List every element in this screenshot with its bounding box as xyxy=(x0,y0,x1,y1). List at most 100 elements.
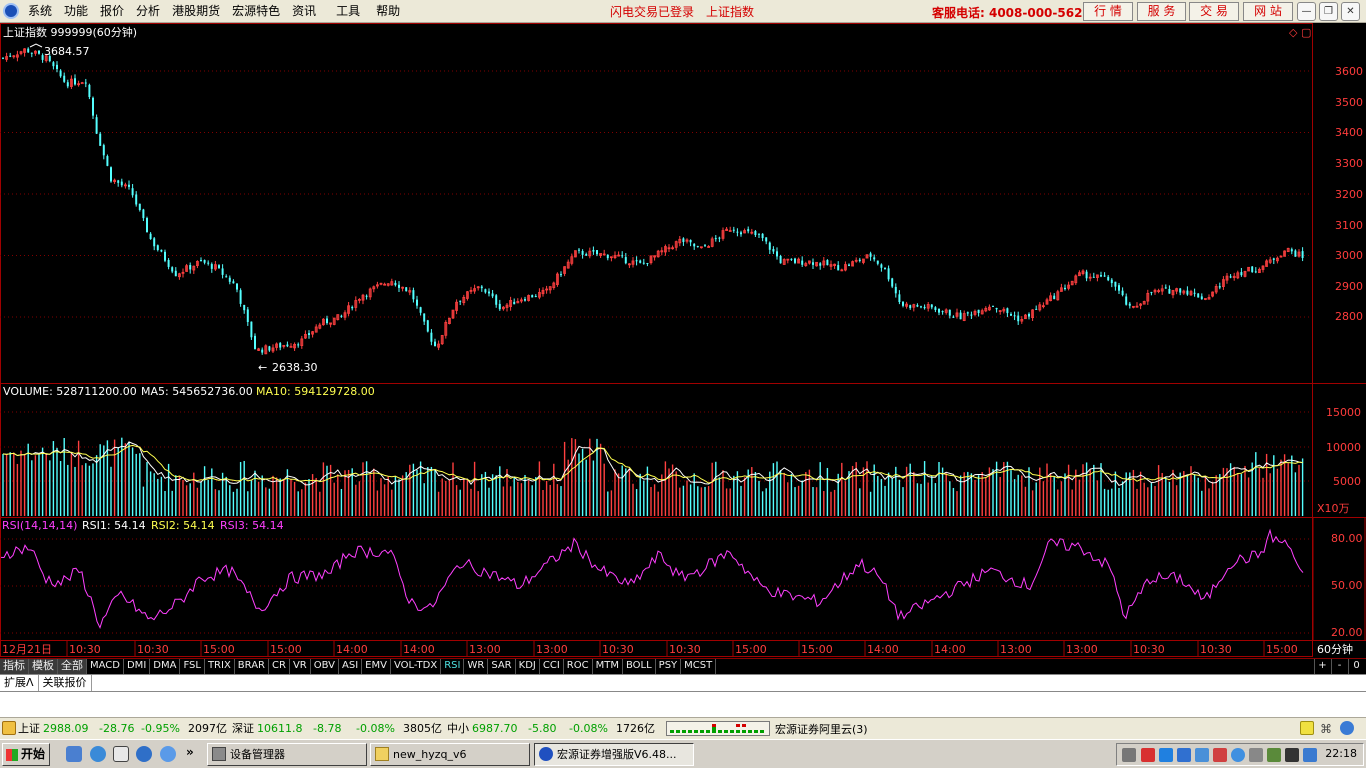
time-tick: 13:00 xyxy=(469,643,501,656)
tab-rsi[interactable]: RSI xyxy=(441,659,465,674)
menu-hongyuan-features[interactable]: 宏源特色 xyxy=(232,3,280,19)
tab-template[interactable]: 模板 xyxy=(29,659,58,674)
security-icon[interactable] xyxy=(1213,748,1227,762)
tab-vr[interactable]: VR xyxy=(290,659,311,674)
signal-icon[interactable]: ⌘ xyxy=(1320,721,1334,736)
tab-cr[interactable]: CR xyxy=(269,659,290,674)
candle-body xyxy=(59,70,62,77)
tab-sar[interactable]: SAR xyxy=(488,659,516,674)
candle-body xyxy=(920,306,922,308)
menu-function[interactable]: 功能 xyxy=(64,3,88,19)
candle-body xyxy=(754,231,757,236)
candle-body xyxy=(56,64,58,70)
quicklaunch-browser-icon[interactable] xyxy=(90,746,106,762)
minimize-icon[interactable]: — xyxy=(1297,2,1316,21)
zoom-in-button[interactable]: + xyxy=(1314,659,1330,674)
restore-icon[interactable]: ❐ xyxy=(1319,2,1338,21)
tab-roc[interactable]: ROC xyxy=(564,659,593,674)
menu-analysis[interactable]: 分析 xyxy=(136,3,160,19)
tab-psy[interactable]: PSY xyxy=(656,659,682,674)
sz-value: 10611.8 xyxy=(257,722,303,735)
quicklaunch-ie2-icon[interactable] xyxy=(136,746,152,762)
website-button[interactable]: 网 站 xyxy=(1243,2,1293,21)
volume-tray-icon[interactable] xyxy=(1303,748,1317,762)
qq-icon[interactable] xyxy=(1159,748,1173,762)
period-label[interactable]: 60分钟 xyxy=(1317,642,1353,656)
tab-emv[interactable]: EMV xyxy=(362,659,391,674)
candle-body xyxy=(1301,251,1304,258)
tab-indicator[interactable]: 指标 xyxy=(0,659,29,674)
quote-button[interactable]: 行 情 xyxy=(1083,2,1133,21)
kline-chart[interactable]: 上证指数 999999(60分钟) ◇ ▢ VOLUME: 528711200.… xyxy=(0,23,1366,658)
menu-system[interactable]: 系统 xyxy=(28,3,52,19)
keyboard-icon[interactable] xyxy=(1122,748,1136,762)
tab-wr[interactable]: WR xyxy=(464,659,489,674)
related-quotes-tab[interactable]: 关联报价 xyxy=(39,675,92,691)
quicklaunch-ie-icon[interactable] xyxy=(66,746,82,762)
task-folder[interactable]: new_hyzq_v6 xyxy=(370,743,530,766)
tab-fsl[interactable]: FSL xyxy=(180,659,205,674)
tab-boll[interactable]: BOLL xyxy=(623,659,656,674)
tab-macd[interactable]: MACD xyxy=(87,659,124,674)
candle-body xyxy=(146,218,148,233)
time-tick: 10:30 xyxy=(1200,643,1232,656)
candle-body xyxy=(308,333,310,335)
tab-all[interactable]: 全部 xyxy=(58,659,87,674)
task-trading-app[interactable]: 宏源证券增强版V6.48... xyxy=(534,743,694,766)
tab-trix[interactable]: TRIX xyxy=(205,659,235,674)
network-tray-icon[interactable] xyxy=(1195,748,1209,762)
app-logo-icon[interactable] xyxy=(3,3,19,19)
task-label: 宏源证券增强版V6.48... xyxy=(557,748,677,761)
candle-body xyxy=(1110,279,1113,284)
rsi-tick: 50.00 xyxy=(1331,579,1363,592)
main-menu: 系统 功能 报价 分析 港股期货 宏源特色 资讯 工具 帮助 xyxy=(28,3,412,19)
zoom-reset-button[interactable]: 0 xyxy=(1348,659,1364,674)
candle-body xyxy=(970,314,973,316)
start-button[interactable]: 开始 xyxy=(2,743,50,766)
tab-kdj[interactable]: KDJ xyxy=(516,659,540,674)
menu-hk-futures[interactable]: 港股期货 xyxy=(172,3,220,19)
quicklaunch-desktop-icon[interactable] xyxy=(113,746,129,762)
candle-body xyxy=(142,209,145,219)
notification-icon[interactable] xyxy=(1300,721,1314,735)
chart-area[interactable]: 上证指数 999999(60分钟) ◇ ▢ VOLUME: 528711200.… xyxy=(0,23,1366,658)
tab-dma[interactable]: DMA xyxy=(150,659,181,674)
shield-icon[interactable] xyxy=(1231,748,1245,762)
tab-obv[interactable]: OBV xyxy=(311,659,339,674)
close-icon[interactable]: ✕ xyxy=(1341,2,1360,21)
menu-tools[interactable]: 工具 xyxy=(336,3,360,19)
time-tick: 15:00 xyxy=(801,643,833,656)
tab-dmi[interactable]: DMI xyxy=(124,659,151,674)
menu-quote[interactable]: 报价 xyxy=(100,3,124,19)
tab-mcst[interactable]: MCST xyxy=(681,659,717,674)
menu-help[interactable]: 帮助 xyxy=(376,3,400,19)
tab-asi[interactable]: ASI xyxy=(339,659,363,674)
sync-icon[interactable] xyxy=(1177,748,1191,762)
expand-tab[interactable]: 扩展Λ xyxy=(0,675,39,691)
quicklaunch-more-icon[interactable]: » xyxy=(186,745,194,759)
candle-body xyxy=(365,295,368,297)
tab-cci[interactable]: CCI xyxy=(540,659,564,674)
candle-body xyxy=(128,184,130,187)
tab-mtm[interactable]: MTM xyxy=(593,659,623,674)
monitor-icon[interactable] xyxy=(1285,748,1299,762)
price-tick: 3400 xyxy=(1335,126,1363,139)
menu-news[interactable]: 资讯 xyxy=(292,3,316,19)
quicklaunch-search-icon[interactable] xyxy=(160,746,176,762)
service-button[interactable]: 服 务 xyxy=(1137,2,1186,21)
index-status-icon[interactable] xyxy=(2,721,16,735)
candle-body xyxy=(1010,313,1012,316)
update-icon[interactable] xyxy=(1267,748,1281,762)
tab-vol-tdx[interactable]: VOL-TDX xyxy=(391,659,442,674)
candle-body xyxy=(624,257,627,264)
zoom-out-button[interactable]: - xyxy=(1331,659,1347,674)
input-method-icon[interactable] xyxy=(1141,748,1155,762)
tab-brar[interactable]: BRAR xyxy=(235,659,269,674)
task-device-manager[interactable]: 设备管理器 xyxy=(207,743,367,766)
chart-options-icon[interactable]: ◇ ▢ xyxy=(1289,26,1311,39)
candle-body xyxy=(934,307,937,310)
network-icon[interactable] xyxy=(1340,721,1354,735)
trade-button[interactable]: 交 易 xyxy=(1189,2,1239,21)
candle-body xyxy=(1053,295,1056,300)
display-icon[interactable] xyxy=(1249,748,1263,762)
